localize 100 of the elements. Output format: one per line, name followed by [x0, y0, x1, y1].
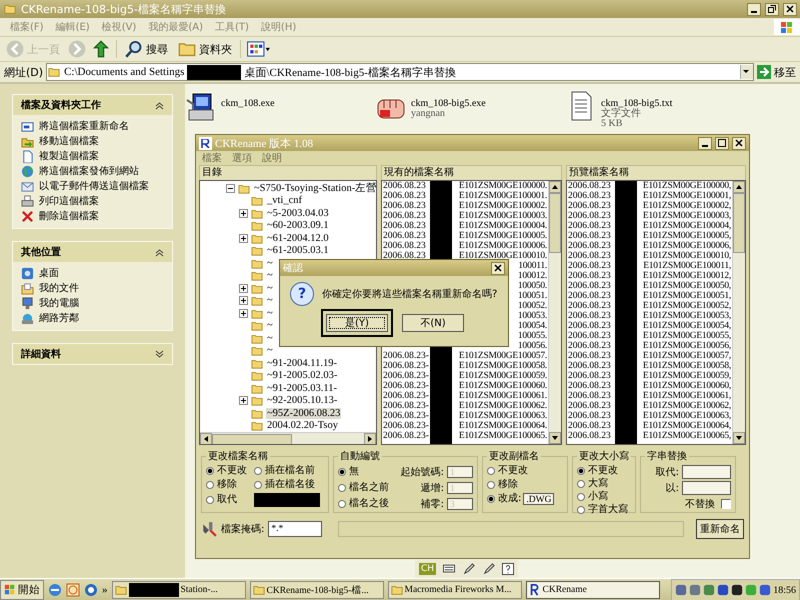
minimize-button[interactable]	[747, 2, 761, 16]
tree-item[interactable]: ~91-2005.02.03-	[266, 370, 338, 382]
expand-icon[interactable]	[239, 208, 248, 218]
extension-field[interactable]: .DWG	[523, 493, 554, 505]
tree-item[interactable]: ~60-2003.09.1	[266, 220, 330, 232]
task-link[interactable]: 我的文件	[39, 282, 79, 295]
go-button[interactable]: 移至	[757, 64, 796, 80]
expand-icon[interactable]	[239, 284, 248, 293]
scroll-arrow-icon[interactable]	[551, 183, 559, 191]
task-link[interactable]: 複製這個檔案	[39, 150, 99, 163]
task-link[interactable]: 網路芳鄰	[39, 312, 79, 325]
scrollbar[interactable]	[200, 432, 376, 444]
expand-icon[interactable]	[239, 308, 248, 318]
dialog-button[interactable]: 不(N)	[402, 314, 464, 332]
tree-item[interactable]: ~	[266, 345, 274, 356]
tree-item[interactable]: ~	[266, 320, 274, 332]
text-field[interactable]	[682, 481, 731, 495]
tree-item[interactable]: ~	[266, 295, 274, 306]
tree-item[interactable]: ~	[266, 332, 274, 344]
radio-option[interactable]: 改成:	[487, 493, 522, 505]
close-button[interactable]	[783, 2, 797, 16]
file-name: 2006.08.23-	[383, 351, 429, 361]
expand-icon[interactable]	[239, 396, 248, 406]
expand-chevron-icon[interactable]	[155, 350, 164, 358]
collapse-chevron-icon[interactable]	[155, 248, 164, 256]
radio-option[interactable]: 移除	[487, 479, 563, 491]
file-name: 2006.08.23	[568, 291, 611, 301]
radio-option[interactable]: 插在檔名後	[254, 479, 324, 491]
folders-button[interactable]: 資料夾	[176, 40, 234, 58]
scroll-thumb[interactable]	[733, 193, 745, 253]
task-link[interactable]: 刪除這個檔案	[39, 210, 99, 223]
tree-item[interactable]: 2004.02.20-Tsoy	[266, 420, 340, 432]
radio-option[interactable]: 檔名之後	[338, 498, 396, 510]
task-link[interactable]: 以電子郵件傳送這個檔案	[39, 180, 149, 193]
collapse-chevron-icon[interactable]	[155, 100, 164, 110]
close-button[interactable]	[732, 136, 746, 150]
dropdown-button[interactable]	[740, 65, 753, 79]
menu-item[interactable]: 檔案	[202, 151, 222, 165]
close-button[interactable]	[491, 262, 505, 274]
scroll-arrow-icon[interactable]	[735, 434, 743, 442]
mask-field[interactable]: *.*	[268, 521, 322, 537]
task-link[interactable]: 將這個檔案重新命名	[39, 120, 129, 133]
radio-option[interactable]: 不更改	[577, 465, 631, 477]
radio-option[interactable]: 不更改	[487, 465, 563, 477]
scrollbar[interactable]	[732, 181, 745, 444]
expand-icon[interactable]	[239, 296, 248, 306]
scroll-arrow-icon[interactable]	[202, 435, 210, 443]
scroll-arrow-icon[interactable]	[366, 435, 374, 443]
scrollbar[interactable]	[548, 181, 561, 444]
rename-button[interactable]: 重新命名	[696, 519, 744, 539]
taskbar-button[interactable]: CKRename-108-big5-檔...	[250, 581, 384, 599]
task-link[interactable]: 將這個檔案發佈到網站	[39, 165, 139, 178]
menu-item[interactable]: 說明	[262, 151, 282, 165]
radio-option[interactable]: 小寫	[577, 491, 631, 503]
collapse-icon[interactable]	[226, 184, 235, 193]
scroll-arrow-icon[interactable]	[551, 434, 559, 442]
expand-icon[interactable]	[239, 234, 248, 243]
address-field[interactable]: C:\Documents and Settings 桌面\CKRename-108-big5-檔案名稱字串替換	[46, 63, 754, 81]
task-link[interactable]: 我的電腦	[39, 297, 79, 310]
maximize-button[interactable]	[715, 136, 729, 150]
tree-item[interactable]: _vti_cnf	[266, 195, 303, 206]
scroll-thumb[interactable]	[549, 193, 561, 253]
tree-item[interactable]: ~91-2005.03.11-	[266, 382, 338, 394]
tree-item[interactable]: ~91-2004.11.19-	[266, 358, 338, 369]
task-link[interactable]: 桌面	[39, 267, 59, 280]
radio-option[interactable]: 字首大寫	[577, 504, 631, 516]
minimize-button[interactable]	[698, 136, 712, 150]
file-name[interactable]: ckm_108.exe	[221, 98, 275, 109]
radio-option[interactable]: 大寫	[577, 478, 631, 490]
tree-item[interactable]: ~95Z-2006.08.23	[266, 408, 342, 419]
radio-option[interactable]: 無	[338, 466, 396, 478]
scroll-thumb[interactable]	[212, 434, 292, 444]
tree-item[interactable]: ~	[266, 270, 274, 282]
file-name[interactable]: ckm_108-big5.exe	[411, 98, 486, 109]
tree-item[interactable]: ~61-2004.12.0	[266, 232, 330, 244]
checkbox[interactable]: 不替換	[645, 497, 731, 511]
task-link[interactable]: 列印這個檔案	[39, 195, 99, 208]
taskbar-button[interactable]: CKRename	[526, 581, 660, 599]
radio-option[interactable]: 檔名之前	[338, 482, 396, 494]
file-name[interactable]: ckm_108-big5.txt	[601, 98, 672, 109]
tree-item[interactable]: ~	[266, 308, 274, 319]
text-field[interactable]	[682, 465, 731, 479]
taskbar-button[interactable]: Station-...	[112, 581, 246, 599]
task-link[interactable]: 移動這個檔案	[39, 135, 99, 148]
tree-item[interactable]: ~61-2005.03.1	[266, 245, 330, 256]
menu-item[interactable]: 選項	[232, 151, 252, 165]
taskbar-button[interactable]: Macromedia Fireworks M...	[388, 581, 522, 599]
search-button[interactable]: 搜尋	[123, 40, 170, 58]
restore-button[interactable]	[765, 2, 779, 16]
tree-item[interactable]: ~	[266, 258, 274, 269]
radio-option[interactable]: 插在檔名前	[254, 465, 324, 477]
radio-option[interactable]: 移除	[206, 479, 254, 491]
scroll-arrow-icon[interactable]	[735, 183, 743, 191]
tree-item[interactable]: ~	[266, 282, 274, 294]
radio-option[interactable]: 取代	[206, 494, 254, 506]
radio-option[interactable]: 不更改	[206, 465, 254, 477]
start-button[interactable]: 開始	[0, 580, 44, 600]
tree-item[interactable]: ~5-2003.04.03	[266, 208, 330, 219]
tree-item[interactable]: ~92-2005.10.13-	[266, 395, 338, 406]
more-button[interactable]: »	[102, 584, 108, 596]
